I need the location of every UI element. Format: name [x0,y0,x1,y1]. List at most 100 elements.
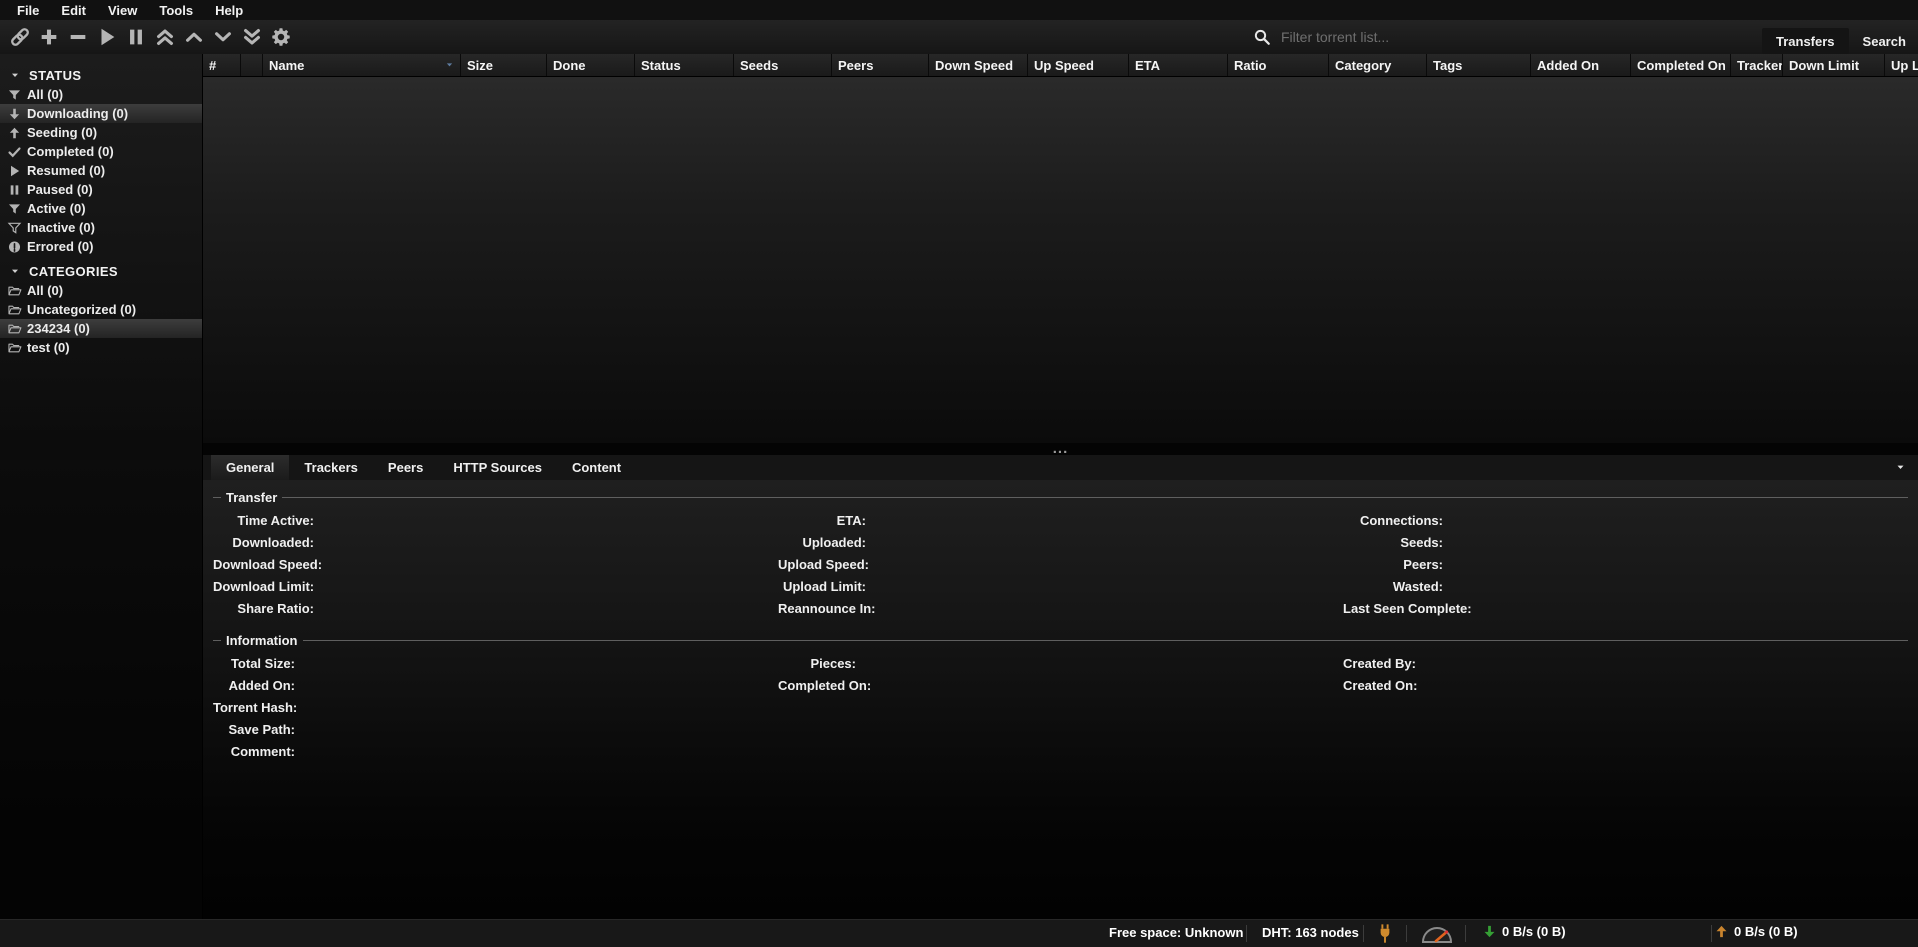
column-header-blank[interactable] [241,54,263,76]
column-label: ETA [1135,58,1160,73]
column-header-status[interactable]: Status [635,54,734,76]
double-chevron-up-icon [154,26,176,48]
pause-button[interactable] [121,23,150,51]
decrease-priority-button[interactable] [208,23,237,51]
sidebar-item-test-0[interactable]: test (0) [0,338,202,357]
field-downloaded: Downloaded: [213,531,778,553]
column-header-tags[interactable]: Tags [1427,54,1531,76]
column-header-down-limit[interactable]: Down Limit [1783,54,1885,76]
sidebar-item-label: All (0) [27,87,63,102]
column-label: Peers [838,58,873,73]
top-tab-transfers[interactable]: Transfers [1762,28,1849,54]
sidebar-item-inactive-0[interactable]: Inactive (0) [0,218,202,237]
bottom-priority-button[interactable] [237,23,266,51]
column-header-ratio[interactable]: Ratio [1228,54,1329,76]
column-header-seeds[interactable]: Seeds [734,54,832,76]
options-button[interactable] [266,23,295,51]
sidebar-item-resumed-0[interactable]: Resumed (0) [0,161,202,180]
field-last-seen-complete: Last Seen Complete: [1343,597,1908,619]
resume-button[interactable] [92,23,121,51]
statusbar-separator [1246,925,1247,942]
sidebar-item-paused-0[interactable]: Paused (0) [0,180,202,199]
increase-priority-button[interactable] [179,23,208,51]
sidebar-item-completed-0[interactable]: Completed (0) [0,142,202,161]
field-eta: ETA: [778,509,1343,531]
transfer-grid: Time Active:ETA:Connections:Downloaded:U… [213,504,1908,619]
field-label: Pieces: [778,656,856,671]
add-torrent-link-button[interactable] [5,23,34,51]
menu-file[interactable]: File [6,1,50,20]
sidebar-item-all-0[interactable]: All (0) [0,85,202,104]
menu-view[interactable]: View [97,1,148,20]
tab-http-sources[interactable]: HTTP Sources [438,455,557,480]
categories-section-header[interactable]: CATEGORIES [0,262,202,281]
menu-tools[interactable]: Tools [148,1,204,20]
column-header-name[interactable]: Name [263,54,461,76]
field-uploaded: Uploaded: [778,531,1343,553]
column-label: Down Limit [1789,58,1859,73]
field-label: ETA: [778,513,866,528]
sidebar-item-downloading-0[interactable]: Downloading (0) [0,104,202,123]
pause-icon [7,183,22,197]
column-header-tracker[interactable]: Tracker [1731,54,1783,76]
sidebar-item-active-0[interactable]: Active (0) [0,199,202,218]
panel-collapse-icon[interactable] [1895,463,1906,472]
column-label: Down Speed [935,58,1013,73]
column-header-blank[interactable]: # [203,54,241,76]
sidebar-item-uncategorized-0[interactable]: Uncategorized (0) [0,300,202,319]
add-torrent-file-button[interactable] [34,23,63,51]
check-icon [7,145,22,159]
field-torrent-hash: Torrent Hash: [213,696,778,718]
column-header-added-on[interactable]: Added On [1531,54,1631,76]
top-tabs: TransfersSearch [1762,28,1918,54]
panel-splitter[interactable]: ... [203,443,1918,455]
top-tab-search[interactable]: Search [1849,28,1918,54]
tab-content[interactable]: Content [557,455,636,480]
filter-input[interactable] [1279,28,1451,46]
sidebar-item-all-0[interactable]: All (0) [0,281,202,300]
free-space: Free space: Unknown [1109,925,1243,940]
sidebar-item-seeding-0[interactable]: Seeding (0) [0,123,202,142]
sidebar-item-label: 234234 (0) [27,321,90,336]
torrent-list[interactable] [203,77,1918,443]
top-priority-button[interactable] [150,23,179,51]
field-comment: Comment: [213,740,778,762]
link-icon [9,26,31,48]
main-area: # NameSizeDoneStatusSeeds Peers Down Speed U… [203,54,1918,919]
information-legend-row: Information [213,633,1908,647]
status-bar: Free space: Unknown DHT: 163 nodes 0 B/s… [0,919,1918,947]
toolbar: TransfersSearch [0,20,1918,54]
column-header-down-speed[interactable]: Down Speed [929,54,1028,76]
column-label: # [209,58,216,73]
tab-trackers[interactable]: Trackers [289,455,373,480]
field-upload-limit: Upload Limit: [778,575,1343,597]
column-header-eta[interactable]: ETA [1129,54,1228,76]
sidebar-item-errored-0[interactable]: Errored (0) [0,237,202,256]
column-header-peers[interactable]: Peers [832,54,929,76]
menu-help[interactable]: Help [204,1,254,20]
column-header-completed-on[interactable]: Completed On [1631,54,1731,76]
column-header-done[interactable]: Done [547,54,635,76]
alt-speed-gauge-icon[interactable] [1420,924,1454,944]
column-label: Ratio [1234,58,1267,73]
field-label: Completed On: [778,678,856,693]
field-label: Total Size: [213,656,295,671]
status-section-header[interactable]: STATUS [0,66,202,85]
column-header-up-limit[interactable]: Up Limit [1885,54,1918,76]
column-header-up-speed[interactable]: Up Speed [1028,54,1129,76]
sidebar-item-234234-0[interactable]: 234234 (0) [0,319,202,338]
field-label: Created By: [1343,656,1413,671]
free-space-label: Free space: [1109,925,1181,940]
delete-torrent-button[interactable] [63,23,92,51]
menu-edit[interactable]: Edit [50,1,97,20]
menubar: FileEditViewToolsHelp [0,0,1918,20]
column-header-size[interactable]: Size [461,54,547,76]
sidebar-item-label: test (0) [27,340,70,355]
column-label: Added On [1537,58,1599,73]
gear-icon [270,26,292,48]
field-added-on: Added On: [213,674,778,696]
field-label: Wasted: [1343,579,1443,594]
column-header-category[interactable]: Category [1329,54,1427,76]
tab-peers[interactable]: Peers [373,455,438,480]
tab-general[interactable]: General [211,455,289,480]
